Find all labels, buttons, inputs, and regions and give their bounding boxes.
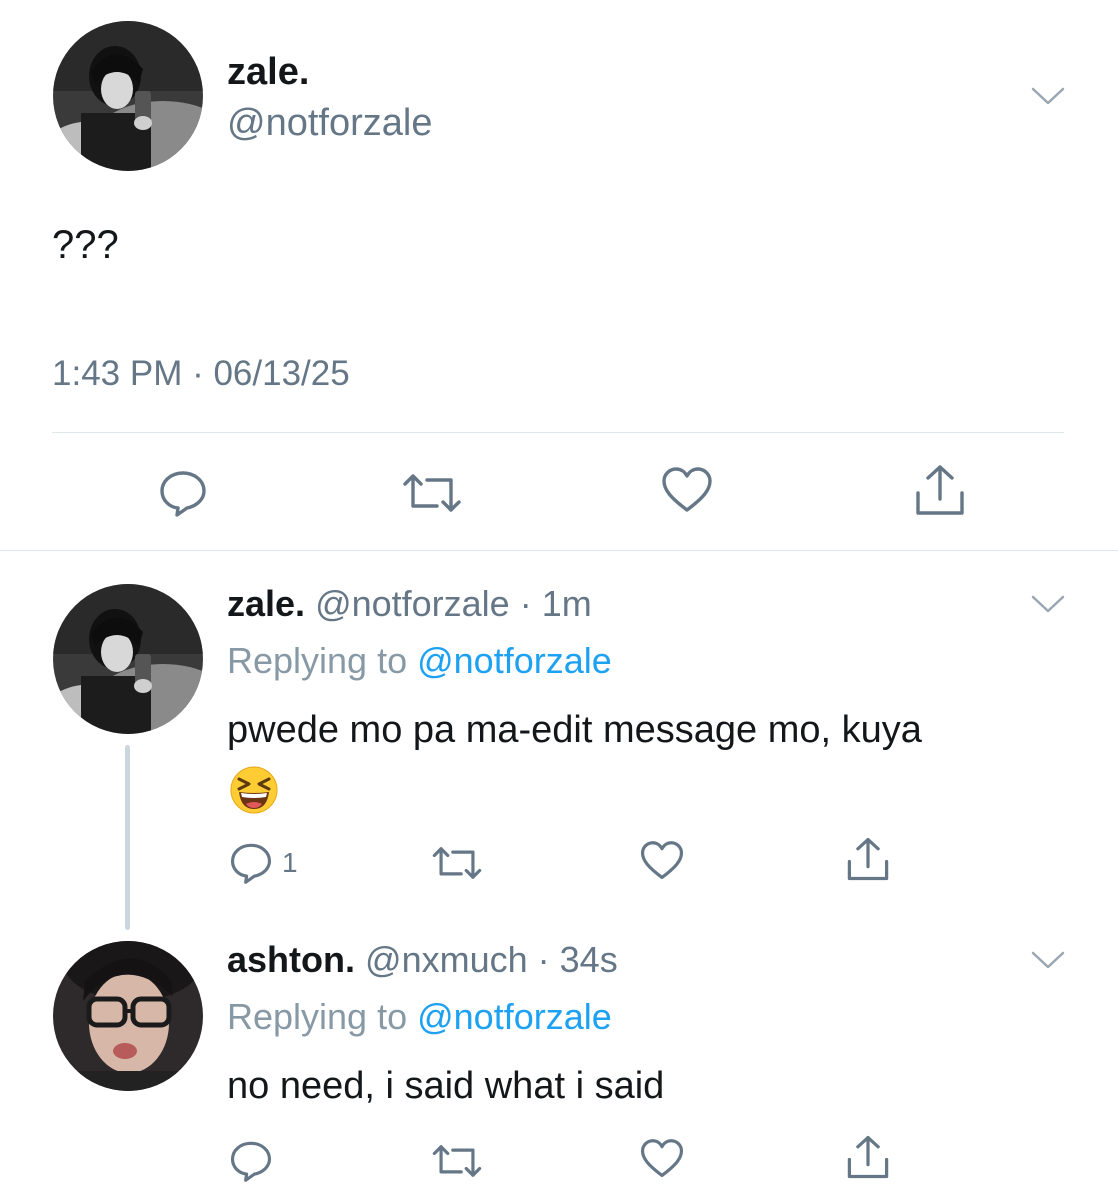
replying-to-prefix: Replying to [227,996,418,1037]
reply-header[interactable]: zale. @notforzale · 1m [227,581,592,627]
mention-link[interactable]: @notforzale [417,996,612,1037]
display-name[interactable]: zale. [227,583,305,624]
tweet-timestamp[interactable]: 1:43 PM · 06/13/25 [52,350,350,398]
replying-to: Replying to @notforzale [227,994,612,1040]
reply-age: · 34s [537,939,618,980]
tweet-text: ??? [52,223,119,267]
handle[interactable]: @nxmuch [365,939,528,980]
chevron-down-icon[interactable] [1031,86,1065,106]
reply-icon[interactable] [158,467,208,517]
share-icon[interactable] [846,1134,890,1180]
chevron-down-icon[interactable] [1031,594,1065,614]
share-icon[interactable] [846,836,890,882]
reply-count: 1 [282,847,298,878]
display-name[interactable]: zale. [227,48,309,96]
avatar-ashton[interactable] [53,941,203,1091]
retweet-icon[interactable] [401,470,463,516]
avatar-zale[interactable] [53,21,203,171]
display-name[interactable]: ashton. [227,939,355,980]
laughing-squinting-face-icon [229,765,279,820]
reply-text: no need, i said what i said [227,1065,665,1107]
handle[interactable]: @notforzale [315,583,510,624]
replying-to: Replying to @notforzale [227,638,612,684]
retweet-icon[interactable] [431,843,483,883]
replying-to-prefix: Replying to [227,640,418,681]
reply-text: pwede mo pa ma-edit message mo, kuya [227,709,922,751]
divider [0,550,1118,551]
mention-link[interactable]: @notforzale [417,640,612,681]
retweet-icon[interactable] [431,1141,483,1181]
like-icon[interactable] [640,1138,684,1179]
reply-header[interactable]: ashton. @nxmuch · 34s [227,937,618,983]
like-icon[interactable] [661,466,713,514]
chevron-down-icon[interactable] [1031,950,1065,970]
reply-icon[interactable] [229,840,273,884]
reply-icon[interactable] [229,1138,273,1182]
avatar-zale[interactable] [53,584,203,734]
handle[interactable]: @notforzale [227,99,432,147]
share-icon[interactable] [914,463,966,517]
divider [52,432,1064,433]
thread-connector [125,745,130,930]
like-icon[interactable] [640,840,684,881]
reply-age: · 1m [519,583,592,624]
